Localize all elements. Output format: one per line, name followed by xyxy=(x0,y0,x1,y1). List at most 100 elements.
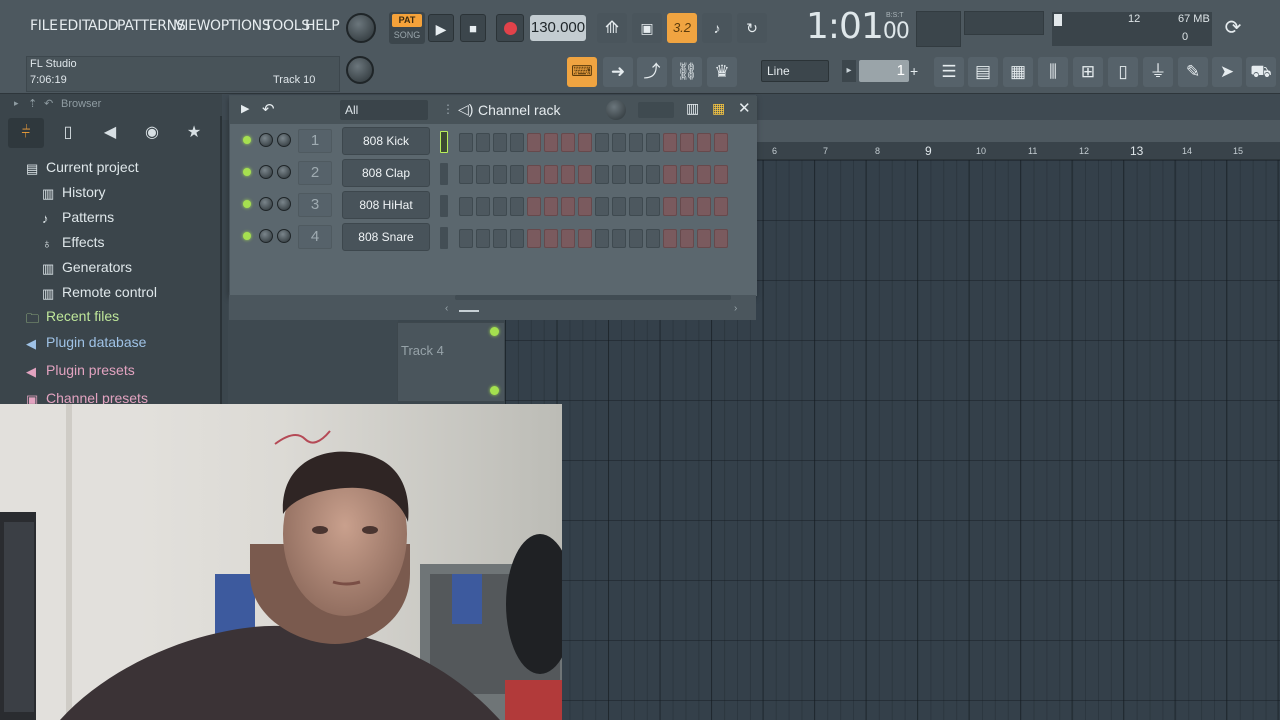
browser-item[interactable]: Current project xyxy=(46,159,139,175)
channel-name-button[interactable]: 808 Snare xyxy=(342,223,430,251)
step-button[interactable] xyxy=(510,229,524,248)
channel-select-indicator[interactable] xyxy=(440,163,448,185)
step-button[interactable] xyxy=(595,197,609,216)
playlist-ruler[interactable]: 6 7 8 9 10 11 12 13 14 15 xyxy=(755,142,1280,160)
channel-volume-knob[interactable] xyxy=(259,133,273,147)
step-button[interactable] xyxy=(493,165,507,184)
step-button[interactable] xyxy=(714,197,728,216)
channel-volume-knob[interactable] xyxy=(259,229,273,243)
channel-filter-select[interactable]: All xyxy=(340,100,428,120)
step-button[interactable] xyxy=(629,197,643,216)
step-button[interactable] xyxy=(493,229,507,248)
channel-mute-led[interactable] xyxy=(243,232,251,240)
channel-name-button[interactable]: 808 Kick xyxy=(342,127,430,155)
master-pitch-knob[interactable] xyxy=(346,56,374,84)
step-button[interactable] xyxy=(459,165,473,184)
channel-select-indicator[interactable] xyxy=(440,227,448,249)
browser-item[interactable]: Remote control xyxy=(62,284,157,300)
step-button[interactable] xyxy=(544,197,558,216)
browser-item[interactable]: Effects xyxy=(62,234,105,250)
channel-mixer-track[interactable]: 4 xyxy=(298,225,332,249)
star-icon[interactable]: ★ xyxy=(176,118,212,148)
wait-input-icon[interactable]: ▣ xyxy=(632,13,662,43)
step-button[interactable] xyxy=(663,133,677,152)
project-picker-icon[interactable]: ⊞ xyxy=(1073,57,1103,87)
step-sequencer-icon[interactable]: ▦ xyxy=(712,100,725,117)
channel-mixer-track[interactable]: 1 xyxy=(298,129,332,153)
step-button[interactable] xyxy=(714,133,728,152)
song-label[interactable]: SONG xyxy=(392,29,422,42)
rack-swing-knob[interactable] xyxy=(606,100,626,120)
channel-row[interactable]: 1 808 Kick xyxy=(230,126,757,158)
step-button[interactable] xyxy=(527,165,541,184)
pat-label[interactable]: PAT xyxy=(392,14,422,27)
channel-mute-led[interactable] xyxy=(243,168,251,176)
loop-record-icon[interactable]: ↻ xyxy=(737,13,767,43)
step-button[interactable] xyxy=(561,133,575,152)
scroll-right-icon[interactable]: › xyxy=(734,303,737,314)
step-button[interactable] xyxy=(680,197,694,216)
scroll-thumb[interactable] xyxy=(459,310,479,312)
playlist-icon[interactable]: ☰ xyxy=(934,57,964,87)
countdown-icon[interactable]: 3.2 xyxy=(667,13,697,43)
feedback-icon[interactable]: ➤ xyxy=(1212,57,1242,87)
channel-select-indicator[interactable] xyxy=(440,195,448,217)
step-button[interactable] xyxy=(476,165,490,184)
step-button[interactable] xyxy=(459,197,473,216)
refresh-icon[interactable]: ⟳ xyxy=(1218,13,1248,43)
track-header-4[interactable]: Track 4 xyxy=(397,322,505,402)
step-button[interactable] xyxy=(612,197,626,216)
browser-item[interactable]: Patterns xyxy=(62,209,114,225)
browser-item[interactable]: Recent files xyxy=(46,308,119,324)
shop-icon[interactable]: ⛟ xyxy=(1246,57,1276,87)
step-button[interactable] xyxy=(612,165,626,184)
rack-steps-field[interactable] xyxy=(638,102,674,118)
step-button[interactable] xyxy=(510,197,524,216)
pattern-prev-icon[interactable]: ▸ xyxy=(842,60,856,82)
step-button[interactable] xyxy=(697,165,711,184)
step-button[interactable] xyxy=(493,197,507,216)
step-button[interactable] xyxy=(544,229,558,248)
step-button[interactable] xyxy=(714,165,728,184)
typing-keyboard-icon[interactable]: ⌨ xyxy=(567,57,597,87)
step-button[interactable] xyxy=(578,229,592,248)
browser-item[interactable]: Generators xyxy=(62,259,132,275)
step-button[interactable] xyxy=(697,197,711,216)
browser-item[interactable]: History xyxy=(62,184,106,200)
step-button[interactable] xyxy=(493,133,507,152)
master-volume-knob[interactable] xyxy=(346,13,376,43)
plugin-icon[interactable]: ⏚ xyxy=(1143,57,1173,87)
channel-pan-knob[interactable] xyxy=(277,229,291,243)
step-button[interactable] xyxy=(663,229,677,248)
step-button[interactable] xyxy=(612,133,626,152)
step-button[interactable] xyxy=(544,133,558,152)
browser-icon[interactable]: ▯ xyxy=(1108,57,1138,87)
browser-back-icon[interactable]: ↶ xyxy=(44,97,53,110)
record-button[interactable] xyxy=(496,14,524,42)
graph-editor-icon[interactable]: ▥ xyxy=(686,100,699,117)
menu-add[interactable]: ADD xyxy=(88,18,119,34)
step-button[interactable] xyxy=(527,229,541,248)
step-button[interactable] xyxy=(561,197,575,216)
rack-undo-icon[interactable]: ↶ xyxy=(262,100,275,118)
step-button[interactable] xyxy=(459,133,473,152)
step-button[interactable] xyxy=(714,229,728,248)
step-button[interactable] xyxy=(544,165,558,184)
rack-scrollbar[interactable] xyxy=(455,295,731,300)
step-button[interactable] xyxy=(561,165,575,184)
rack-drag-handle-icon[interactable]: ⋮ xyxy=(442,102,454,116)
step-button[interactable] xyxy=(663,165,677,184)
channel-row[interactable]: 3 808 HiHat xyxy=(230,190,757,222)
step-button[interactable] xyxy=(476,133,490,152)
menu-options[interactable]: OPTIONS xyxy=(210,18,271,34)
step-button[interactable] xyxy=(476,229,490,248)
files-icon[interactable]: ▯ xyxy=(50,118,86,148)
channel-rack-icon[interactable]: ▦ xyxy=(1003,57,1033,87)
channel-pan-knob[interactable] xyxy=(277,197,291,211)
step-button[interactable] xyxy=(578,133,592,152)
scroll-left-icon[interactable]: ‹ xyxy=(445,303,448,314)
channel-mixer-track[interactable]: 2 xyxy=(298,161,332,185)
menu-tools[interactable]: TOOLS xyxy=(264,18,310,34)
tempo-display[interactable]: 130.000 xyxy=(530,15,586,41)
step-button[interactable] xyxy=(697,229,711,248)
